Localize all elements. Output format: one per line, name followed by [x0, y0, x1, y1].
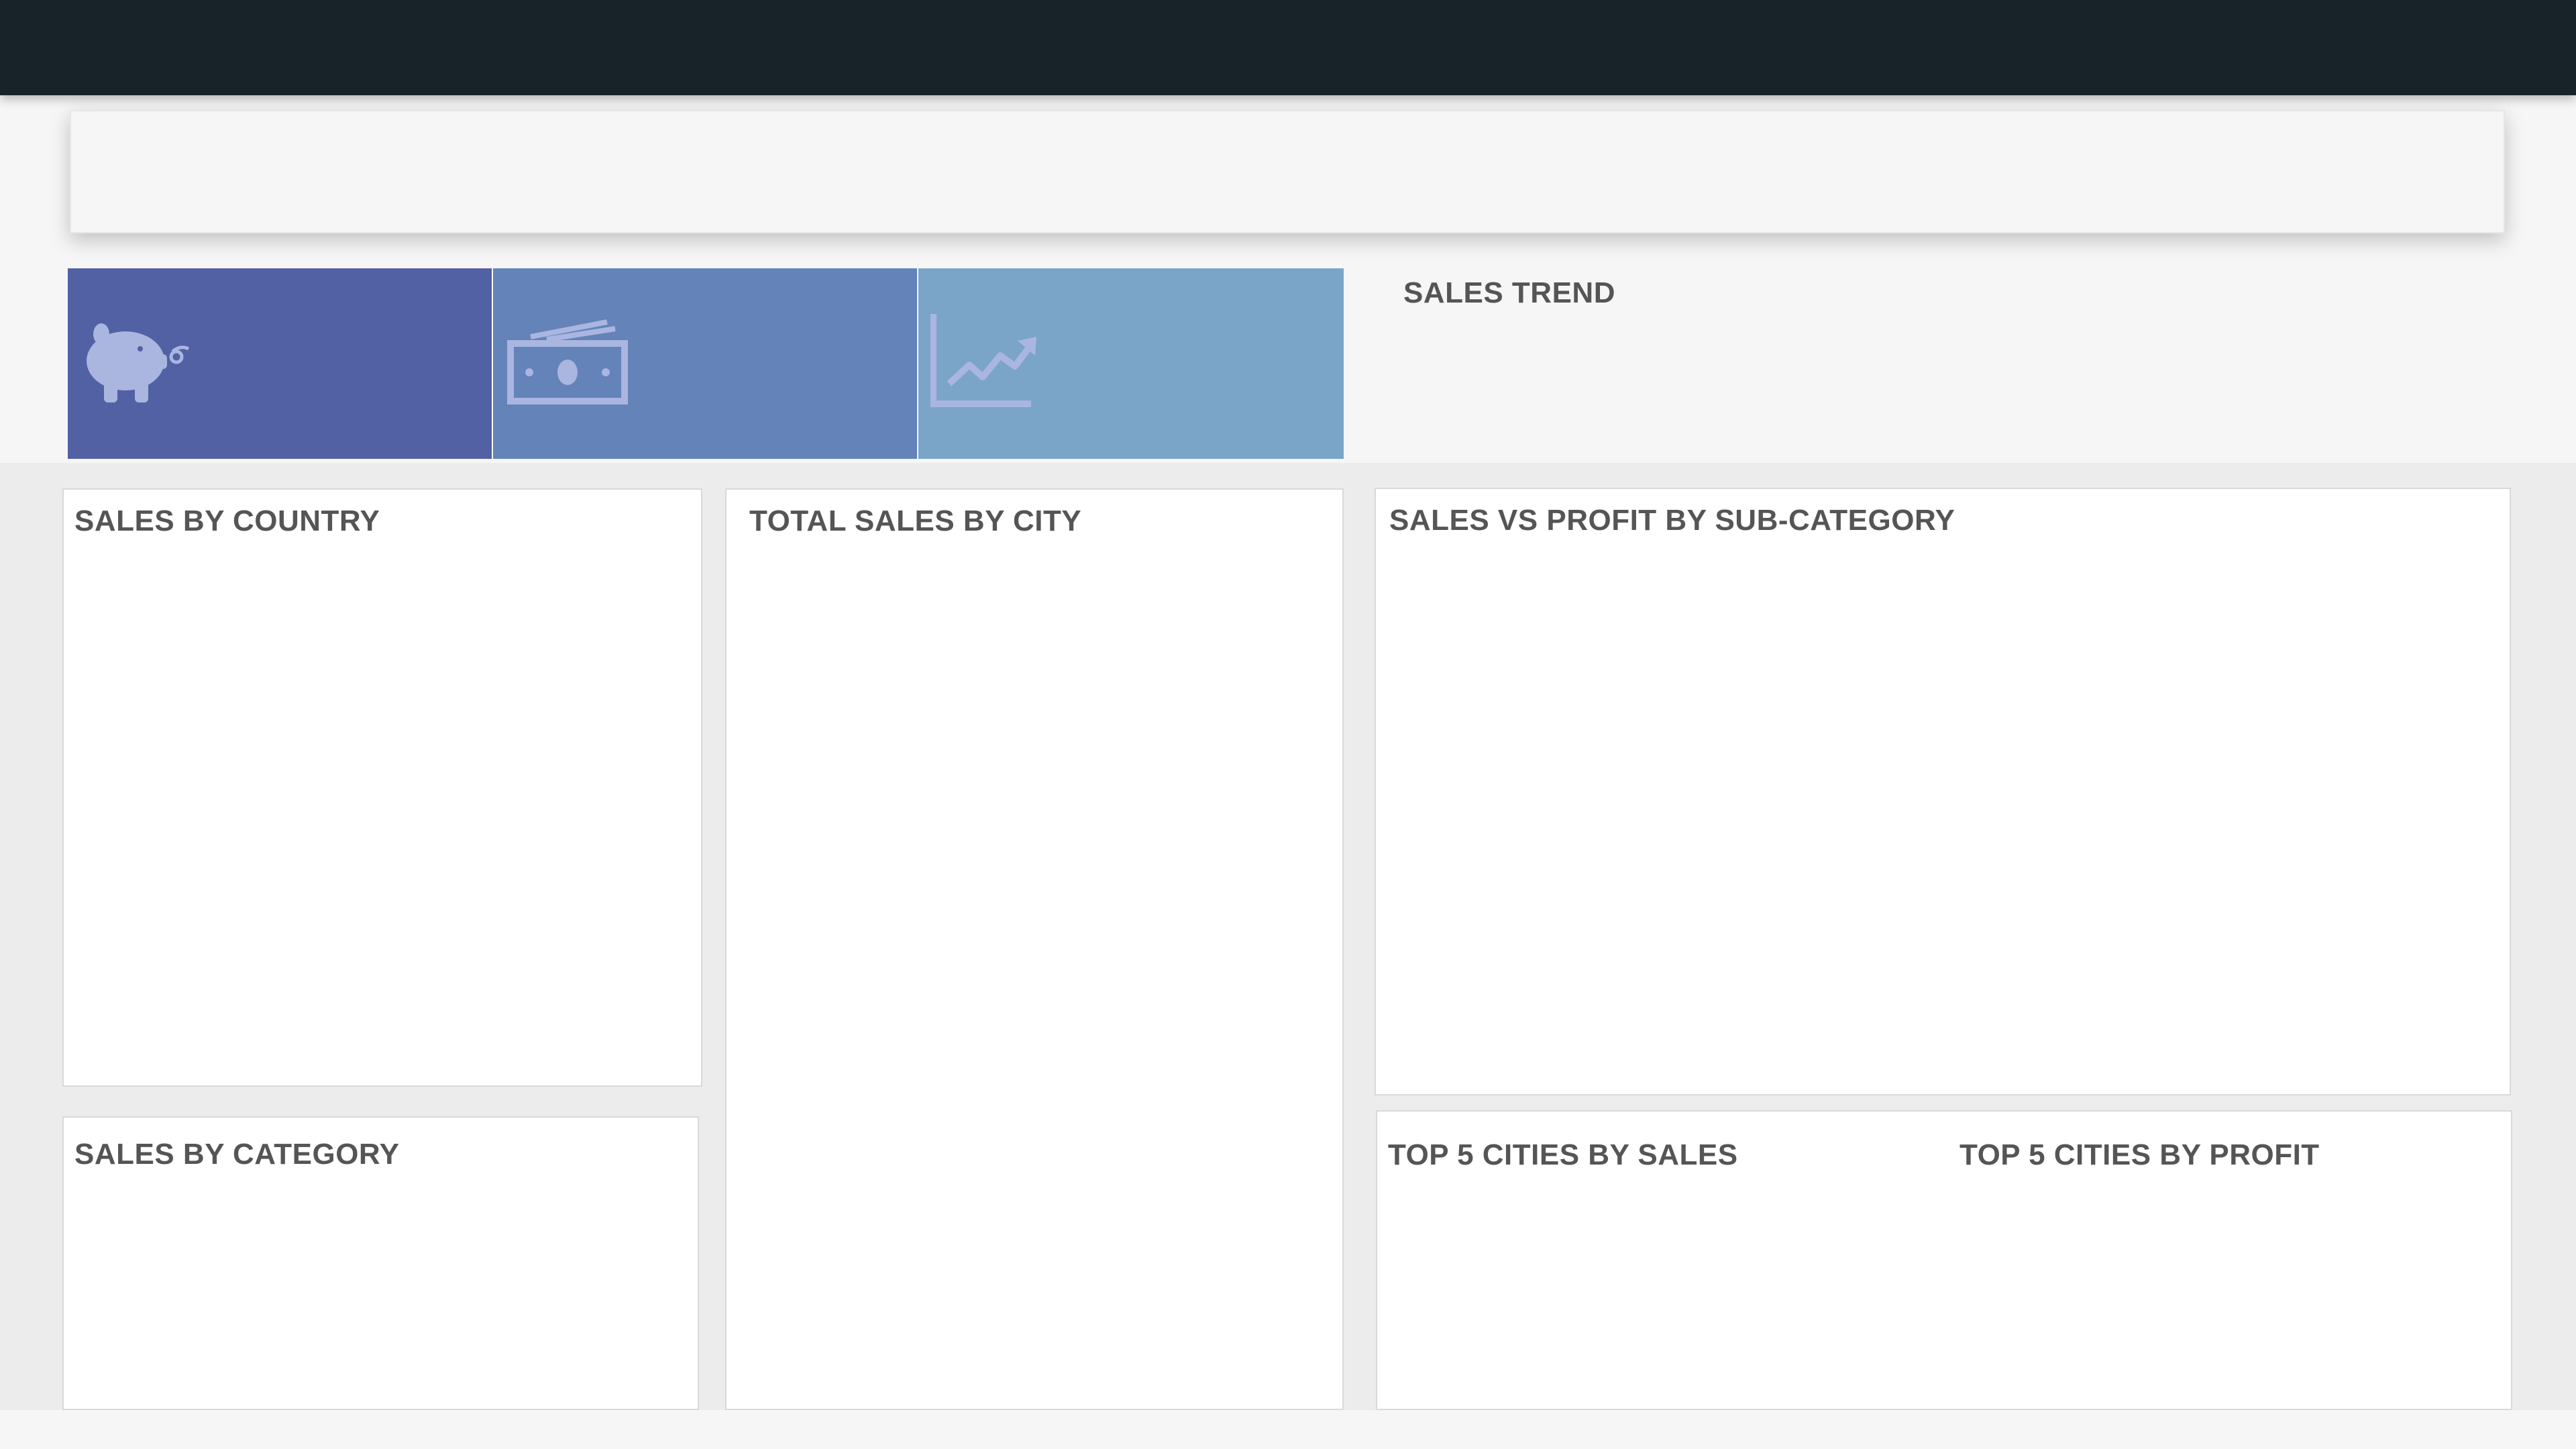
top5-sales-title: TOP 5 CITIES BY SALES	[1388, 1138, 1738, 1171]
panel-title: SALES BY COUNTRY	[74, 504, 380, 537]
kpi-tile-growth[interactable]	[918, 268, 1344, 459]
header-card	[70, 110, 2505, 233]
panel-sales-by-category: SALES BY CATEGORY	[62, 1116, 699, 1410]
panel-title: SALES VS PROFIT BY SUB-CATEGORY	[1389, 504, 1955, 537]
line-chart-icon	[930, 314, 1036, 407]
panel-title: TOTAL SALES BY CITY	[749, 504, 1082, 537]
kpi-tile-savings[interactable]	[68, 268, 492, 459]
panel-title: SALES BY CATEGORY	[74, 1138, 400, 1171]
panel-sales-vs-profit: SALES VS PROFIT BY SUB-CATEGORY	[1375, 488, 2511, 1095]
sales-trend-title: SALES TREND	[1403, 276, 1615, 309]
money-bills-icon	[507, 319, 628, 405]
panel-total-sales-by-city: TOTAL SALES BY CITY	[725, 488, 1344, 1410]
top-bar	[0, 0, 2576, 95]
piggy-bank-icon	[87, 323, 190, 402]
footer-strip	[0, 1410, 2576, 1449]
kpi-tile-sales[interactable]	[493, 268, 917, 459]
panel-top5-cities: TOP 5 CITIES BY SALES TOP 5 CITIES BY PR…	[1376, 1110, 2512, 1410]
top5-profit-title: TOP 5 CITIES BY PROFIT	[1960, 1138, 2320, 1171]
panel-sales-by-country: SALES BY COUNTRY	[62, 488, 702, 1087]
